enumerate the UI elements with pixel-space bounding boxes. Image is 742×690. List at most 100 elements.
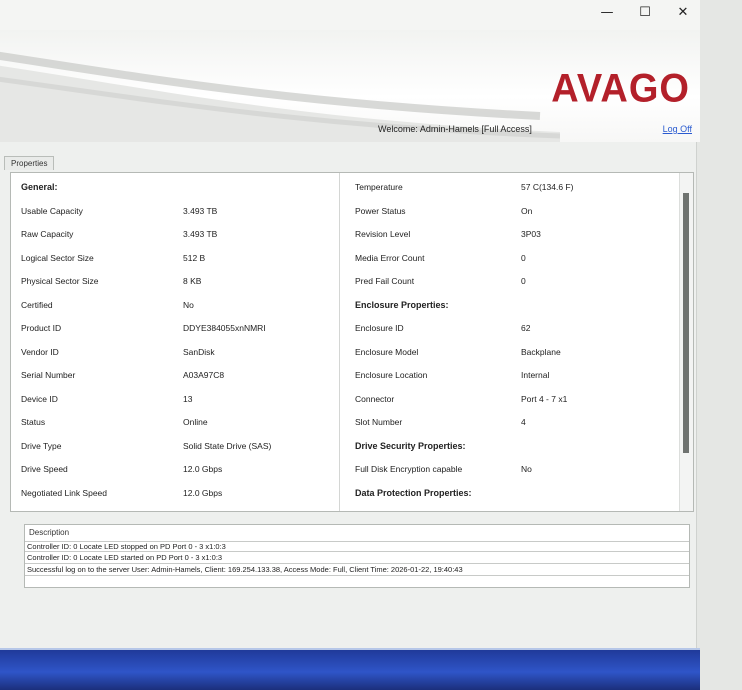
property-label: Revision Level — [355, 229, 411, 239]
property-value: Port 4 - 7 x1 — [521, 393, 568, 404]
log-entry[interactable]: Successful log on to the server User: Ad… — [25, 565, 689, 576]
property-value: 0 — [521, 252, 526, 263]
property-row: Negotiated Link Speed 12.0 Gbps — [11, 481, 337, 504]
property-label: Drive Security Properties: — [355, 440, 466, 451]
property-value: Internal — [521, 370, 550, 380]
property-value: 12.0 Gbps — [183, 464, 223, 474]
welcome-text: Welcome: Admin-Hamels [Full Access] — [378, 124, 532, 134]
property-row: Media Error Count 0 — [345, 246, 685, 269]
property-row: Power Status On — [345, 199, 685, 222]
property-label: Vendor ID — [21, 346, 59, 357]
property-row: Status Online — [11, 410, 337, 433]
property-row: Revision Level 3P03 — [345, 222, 685, 245]
property-label: Media Error Count — [355, 252, 425, 263]
property-label: Serial Number — [21, 370, 76, 380]
title-bar: — ☐ ✕ — [0, 0, 700, 30]
property-label: Device ID — [21, 393, 58, 404]
property-value: 13 — [183, 393, 193, 404]
property-value: SanDisk — [183, 346, 215, 357]
tab-properties[interactable]: Properties — [4, 156, 55, 170]
property-value: 4 — [521, 417, 526, 427]
property-value: 3.493 TB — [183, 229, 218, 239]
property-row: Product ID DDYE384055xnNMRI — [11, 316, 337, 339]
log-entry[interactable]: Controller ID: 0 Locate LED started on P… — [25, 553, 689, 564]
property-value: No — [521, 464, 532, 474]
property-label: Enclosure Model — [355, 346, 419, 357]
property-value: 0 — [521, 276, 526, 286]
property-label: Drive Type — [21, 440, 62, 451]
property-value: Backplane — [521, 346, 561, 357]
property-label: Raw Capacity — [21, 229, 74, 239]
property-label: General: — [21, 182, 58, 192]
background-window-edge — [696, 0, 742, 690]
property-row: Drive Type Solid State Drive (SAS) — [11, 434, 337, 457]
property-label: Usable Capacity — [21, 205, 83, 216]
property-label: Enclosure Location — [355, 370, 428, 380]
property-value: No — [183, 299, 194, 310]
description-header: Description — [29, 528, 70, 537]
property-section-header: General: — [11, 175, 337, 198]
taskbar — [0, 650, 700, 690]
property-row: Enclosure ID 62 — [345, 316, 685, 339]
property-value: 57 C(134.6 F) — [521, 182, 574, 192]
property-row: Full Disk Encryption capable No — [345, 457, 685, 480]
property-row: Raw Capacity 3.493 TB — [11, 222, 337, 245]
property-label: Product ID — [21, 323, 62, 333]
properties-scrollbar[interactable] — [679, 173, 693, 511]
property-value: 512 B — [183, 252, 206, 263]
log-off-link[interactable]: Log Off — [663, 124, 692, 134]
avago-logo: AVAGO — [551, 66, 690, 112]
property-label: Data Protection Properties: — [355, 487, 472, 498]
property-label: Enclosure Properties: — [355, 299, 449, 310]
property-label: Slot Number — [355, 417, 403, 427]
property-label: Full Disk Encryption capable — [355, 464, 463, 474]
property-label: Status — [21, 417, 46, 427]
property-row: Slot Number 4 — [345, 410, 685, 433]
minimize-button[interactable]: — — [592, 2, 622, 24]
log-entry[interactable]: Controller ID: 0 Locate LED stopped on P… — [25, 541, 689, 552]
property-row: Logical Sector Size 512 B — [11, 246, 337, 269]
property-label: Enclosure ID — [355, 323, 404, 333]
property-section-header: Data Protection Properties: — [345, 481, 685, 504]
description-panel: Description Controller ID: 0 Locate LED … — [24, 524, 690, 588]
property-label: Connector — [355, 393, 395, 404]
property-value: 12.0 Gbps — [183, 487, 223, 498]
property-row: Certified No — [11, 293, 337, 316]
header-banner: AVAGO Welcome: Admin-Hamels [Full Access… — [0, 30, 700, 142]
scrollbar-thumb[interactable] — [683, 193, 689, 453]
property-value: On — [521, 205, 533, 216]
column-divider — [339, 173, 340, 511]
property-section-header: Enclosure Properties: — [345, 293, 685, 316]
property-label: Power Status — [355, 205, 406, 216]
property-label: Negotiated Link Speed — [21, 487, 108, 498]
property-row: Enclosure Location Internal — [345, 363, 685, 386]
property-label: Drive Speed — [21, 464, 68, 474]
property-section-header: Drive Security Properties: — [345, 434, 685, 457]
property-row: Vendor ID SanDisk — [11, 340, 337, 363]
property-label: Pred Fail Count — [355, 276, 415, 286]
property-value: 3P03 — [521, 229, 541, 239]
property-row: Serial Number A03A97C8 — [11, 363, 337, 386]
property-row: Enclosure Model Backplane — [345, 340, 685, 363]
property-row: Pred Fail Count 0 — [345, 269, 685, 292]
property-row: Temperature 57 C(134.6 F) — [345, 175, 685, 198]
property-value: 3.493 TB — [183, 205, 218, 216]
property-row: Device ID 13 — [11, 387, 337, 410]
property-label: Physical Sector Size — [21, 276, 99, 286]
property-value: Solid State Drive (SAS) — [183, 440, 272, 451]
application-window: — ☐ ✕ AVAGO Welcome: Admin-Hamels [Full … — [0, 0, 742, 690]
property-label: Logical Sector Size — [21, 252, 94, 263]
property-row: Usable Capacity 3.493 TB — [11, 199, 337, 222]
maximize-button[interactable]: ☐ — [630, 2, 660, 24]
property-row: Physical Sector Size 8 KB — [11, 269, 337, 292]
property-label: Temperature — [355, 182, 403, 192]
properties-panel: General: Usable Capacity 3.493 TB Raw Capac… — [10, 172, 694, 512]
property-value: 62 — [521, 323, 531, 333]
property-row: Drive Speed 12.0 Gbps — [11, 457, 337, 480]
property-row: Connector Port 4 - 7 x1 — [345, 387, 685, 410]
close-button[interactable]: ✕ — [668, 2, 698, 24]
property-label: Certified — [21, 299, 53, 310]
property-value: DDYE384055xnNMRI — [183, 323, 266, 333]
property-value: Online — [183, 417, 208, 427]
property-value: A03A97C8 — [183, 370, 225, 380]
